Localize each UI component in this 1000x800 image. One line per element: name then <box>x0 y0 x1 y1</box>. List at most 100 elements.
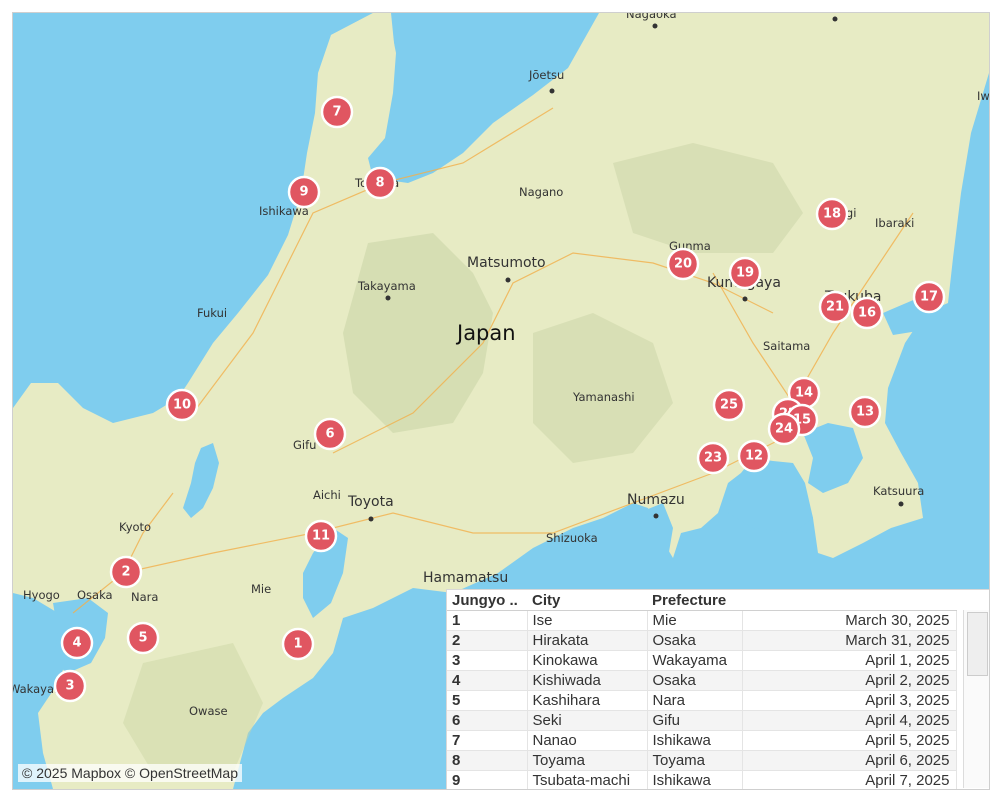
marker-12[interactable]: 12 <box>737 439 771 473</box>
label-matsumoto: Matsumoto <box>467 255 546 271</box>
label-hamamatsu: Hamamatsu <box>423 570 508 586</box>
table-row[interactable]: 3 Kinokawa Wakayama April 1, 2025 <box>447 650 957 671</box>
dot-numazu <box>653 513 659 519</box>
table-row[interactable]: 8 Toyama Toyama April 6, 2025 <box>447 750 957 771</box>
svg-text:20: 20 <box>674 257 692 272</box>
svg-text:21: 21 <box>826 300 844 315</box>
cell-date: April 3, 2025 <box>742 690 957 711</box>
cell-city: Kinokawa <box>527 650 648 671</box>
table-scrollbar[interactable] <box>963 610 989 788</box>
table-row[interactable]: 1 Ise Mie March 30, 2025 <box>447 610 957 631</box>
header-date[interactable] <box>742 590 956 611</box>
marker-6[interactable]: 6 <box>313 417 347 451</box>
table-header-row: Jungyo .. City Prefecture <box>447 590 956 611</box>
svg-text:9: 9 <box>299 185 308 200</box>
header-prefecture[interactable]: Prefecture <box>647 590 742 611</box>
marker-2[interactable]: 2 <box>109 555 143 589</box>
cell-prefecture: Osaka <box>647 630 743 651</box>
cell-number: 9 <box>447 770 528 789</box>
cell-number: 5 <box>447 690 528 711</box>
cell-date: April 5, 2025 <box>742 730 957 751</box>
svg-text:5: 5 <box>138 631 147 646</box>
jungyo-table-panel[interactable]: Jungyo .. City Prefecture 1 Ise Mie March 3… <box>446 589 989 789</box>
marker-23[interactable]: 23 <box>696 441 730 475</box>
header-jungyo[interactable]: Jungyo .. <box>447 590 527 611</box>
dot-katsuura <box>898 501 904 507</box>
marker-19[interactable]: 19 <box>728 256 762 290</box>
cell-city: Ise <box>527 610 648 631</box>
cell-prefecture: Gifu <box>647 710 743 731</box>
marker-5[interactable]: 5 <box>126 621 160 655</box>
table-row[interactable]: 4 Kishiwada Osaka April 2, 2025 <box>447 670 957 691</box>
svg-text:4: 4 <box>72 636 81 651</box>
label-aichi: Aichi <box>313 488 341 502</box>
cell-city: Kishiwada <box>527 670 648 691</box>
marker-13[interactable]: 13 <box>848 395 882 429</box>
label-owase: Owase <box>189 704 228 718</box>
marker-17[interactable]: 17 <box>912 280 946 314</box>
table-row[interactable]: 6 Seki Gifu April 4, 2025 <box>447 710 957 731</box>
label-osaka: Osaka <box>77 588 113 602</box>
cell-number: 6 <box>447 710 528 731</box>
cell-number: 2 <box>447 630 528 651</box>
label-numazu: Numazu <box>627 492 685 508</box>
marker-4[interactable]: 4 <box>60 626 94 660</box>
cell-city: Kashihara <box>527 690 648 711</box>
label-ibaraki: Ibaraki <box>875 216 914 230</box>
cell-date: April 4, 2025 <box>742 710 957 731</box>
label-hyogo: Hyogo <box>23 588 60 602</box>
cell-date: March 30, 2025 <box>742 610 957 631</box>
marker-3[interactable]: 3 <box>53 669 87 703</box>
marker-21[interactable]: 21 <box>818 290 852 324</box>
svg-text:11: 11 <box>312 529 330 544</box>
svg-text:17: 17 <box>920 290 938 305</box>
marker-18[interactable]: 18 <box>815 197 849 231</box>
table-row[interactable]: 9 Tsubata-machi Ishikawa April 7, 2025 <box>447 770 957 789</box>
table-row[interactable]: 7 Nanao Ishikawa April 5, 2025 <box>447 730 957 751</box>
svg-text:2: 2 <box>121 565 130 580</box>
cell-prefecture: Nara <box>647 690 743 711</box>
label-nara: Nara <box>131 590 158 604</box>
marker-20[interactable]: 20 <box>666 247 700 281</box>
table-row[interactable]: 2 Hirakata Osaka March 31, 2025 <box>447 630 957 651</box>
marker-8[interactable]: 8 <box>363 166 397 200</box>
marker-9[interactable]: 9 <box>287 175 321 209</box>
svg-text:13: 13 <box>856 405 874 420</box>
label-fukui: Fukui <box>197 306 227 320</box>
marker-25[interactable]: 25 <box>712 388 746 422</box>
svg-text:25: 25 <box>720 398 738 413</box>
svg-text:8: 8 <box>375 176 384 191</box>
label-yamanashi: Yamanashi <box>572 390 635 404</box>
marker-16[interactable]: 16 <box>850 296 884 330</box>
map-frame[interactable]: Nagaoka Jōetsu Nagano Matsumoto Takayama… <box>12 12 990 790</box>
header-city[interactable]: City <box>527 590 647 611</box>
cell-prefecture: Toyama <box>647 750 743 771</box>
label-takayama: Takayama <box>357 279 416 293</box>
svg-text:7: 7 <box>332 105 341 120</box>
svg-text:18: 18 <box>823 207 841 222</box>
marker-7[interactable]: 7 <box>320 95 354 129</box>
cell-date: March 31, 2025 <box>742 630 957 651</box>
label-iw: Iw <box>977 89 989 103</box>
label-katsuura: Katsuura <box>873 484 924 498</box>
svg-text:12: 12 <box>745 449 763 464</box>
svg-text:16: 16 <box>858 306 876 321</box>
svg-text:1: 1 <box>293 637 302 652</box>
jungyo-table: Jungyo .. City Prefecture 1 Ise Mie March 3… <box>447 590 957 789</box>
label-kyoto: Kyoto <box>119 520 151 534</box>
label-toyota: Toyota <box>347 494 394 510</box>
table-row[interactable]: 5 Kashihara Nara April 3, 2025 <box>447 690 957 711</box>
map-attribution[interactable]: © 2025 Mapbox © OpenStreetMap <box>18 764 242 782</box>
cell-date: April 1, 2025 <box>742 650 957 671</box>
marker-24[interactable]: 24 <box>767 412 801 446</box>
cell-prefecture: Ishikawa <box>647 770 743 789</box>
cell-city: Seki <box>527 710 648 731</box>
marker-11[interactable]: 11 <box>304 519 338 553</box>
cell-number: 1 <box>447 610 528 631</box>
marker-10[interactable]: 10 <box>165 388 199 422</box>
cell-date: April 7, 2025 <box>742 770 957 789</box>
label-saitama: Saitama <box>763 339 810 353</box>
svg-text:14: 14 <box>795 386 813 401</box>
marker-1[interactable]: 1 <box>281 627 315 661</box>
scrollbar-thumb[interactable] <box>967 612 988 676</box>
